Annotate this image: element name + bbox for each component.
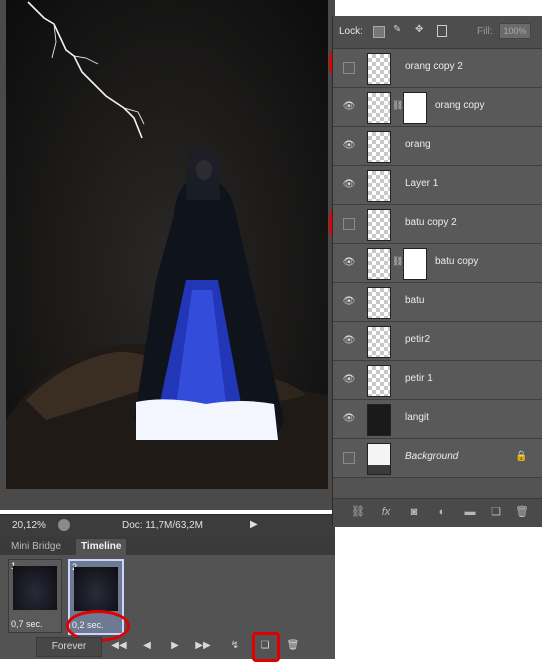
lock-label: Lock: <box>339 26 363 37</box>
first-frame-icon[interactable]: ◀◀ <box>108 637 130 655</box>
visibility-toggle-off[interactable] <box>343 452 355 464</box>
lock-transparent-icon[interactable] <box>373 26 385 38</box>
layer-name: batu copy <box>435 256 479 267</box>
timeline-panel: Mini Bridge Timeline 1 0,7 sec. 2 0,2 se… <box>0 537 335 662</box>
lock-all-icon[interactable] <box>437 25 447 37</box>
zoom-info-icon[interactable] <box>58 519 70 531</box>
layer-row[interactable]: 👁 petir2 <box>333 322 542 361</box>
layer-thumbnail <box>367 287 391 319</box>
tab-mini-bridge[interactable]: Mini Bridge <box>6 539 66 555</box>
document-canvas[interactable] <box>6 0 328 489</box>
layer-row[interactable]: batu copy 2 <box>333 205 542 244</box>
layer-row[interactable]: 👁 ⛓ batu copy <box>333 244 542 283</box>
panel-tab-bar: Mini Bridge Timeline <box>0 537 335 555</box>
layer-thumbnail <box>367 209 391 241</box>
layer-name: Layer 1 <box>405 178 439 189</box>
folder-icon[interactable]: ▬ <box>463 506 477 518</box>
layers-footer: ⛓ fx ◙ ◐ ▬ ❏ 🗑 <box>333 498 542 527</box>
frame-1[interactable]: 1 0,7 sec. <box>8 559 62 633</box>
eye-icon[interactable]: 👁 <box>341 294 357 310</box>
layer-name: langit <box>405 412 429 423</box>
loop-select[interactable]: Forever <box>36 637 102 657</box>
fx-icon[interactable]: fx <box>379 506 393 518</box>
layer-row[interactable]: 👁 Layer 1 <box>333 166 542 205</box>
link-icon[interactable]: ⛓ <box>351 506 365 518</box>
layers-panel: Lock: ✎ ✥ Fill: 100% orang copy 2 👁 ⛓ orang… <box>332 16 542 527</box>
layer-thumbnail <box>367 326 391 358</box>
layer-row[interactable]: 👁 ⛓ orang copy <box>333 88 542 127</box>
play-icon[interactable]: ▶ <box>164 637 186 655</box>
layer-name: petir 1 <box>405 373 433 384</box>
eye-icon[interactable]: 👁 <box>341 177 357 193</box>
annotation-box-duplicate <box>252 632 280 662</box>
layer-name: batu copy 2 <box>405 217 457 228</box>
layer-mask-thumbnail[interactable] <box>403 92 427 124</box>
lock-icon: 🔒 <box>515 451 528 462</box>
layer-name: orang copy 2 <box>405 61 463 72</box>
adjustment-icon[interactable]: ◐ <box>435 506 449 518</box>
layer-name: petir2 <box>405 334 431 345</box>
visibility-toggle-off[interactable] <box>343 62 355 74</box>
layer-mask-thumbnail[interactable] <box>403 248 427 280</box>
layer-thumbnail <box>367 443 391 475</box>
eye-icon[interactable]: 👁 <box>341 411 357 427</box>
status-bar: 20,12% Doc: 11,7M/63,2M ▶ <box>0 514 335 537</box>
layer-thumbnail <box>367 92 391 124</box>
layer-row[interactable]: orang copy 2 <box>333 49 542 88</box>
eye-icon[interactable]: 👁 <box>341 138 357 154</box>
zoom-value[interactable]: 20,12% <box>12 520 46 531</box>
eye-icon[interactable]: 👁 <box>341 255 357 271</box>
mask-link-icon[interactable]: ⛓ <box>392 256 403 267</box>
layer-thumbnail <box>367 53 391 85</box>
delete-frame-icon[interactable]: 🗑 <box>284 637 302 655</box>
canvas-area[interactable] <box>0 0 335 510</box>
layer-row[interactable]: 👁 langit <box>333 400 542 439</box>
fill-input[interactable]: 100% <box>499 23 531 39</box>
lock-move-icon[interactable]: ✥ <box>415 24 423 35</box>
trash-icon[interactable]: 🗑 <box>515 506 529 518</box>
layer-name: orang <box>405 139 431 150</box>
status-menu-arrow-icon[interactable]: ▶ <box>250 519 258 530</box>
frame-thumbnail <box>13 566 57 610</box>
artwork-image <box>6 1 328 489</box>
new-layer-icon[interactable]: ❏ <box>489 506 503 518</box>
layer-name: Background <box>405 451 459 462</box>
doc-size: Doc: 11,7M/63,2M <box>122 520 203 531</box>
visibility-toggle-off[interactable] <box>343 218 355 230</box>
layer-thumbnail <box>367 131 391 163</box>
lock-brush-icon[interactable]: ✎ <box>393 24 401 35</box>
frame-delay[interactable]: 0,7 sec. <box>11 619 43 629</box>
layer-thumbnail <box>367 248 391 280</box>
layer-row[interactable]: Background 🔒 <box>333 439 542 478</box>
layer-name: orang copy <box>435 100 485 111</box>
prev-frame-icon[interactable]: ◀ <box>136 637 158 655</box>
mask-icon[interactable]: ◙ <box>407 506 421 518</box>
eye-icon[interactable]: 👁 <box>341 333 357 349</box>
eye-icon[interactable]: 👁 <box>341 372 357 388</box>
mask-link-icon[interactable]: ⛓ <box>392 100 403 111</box>
layer-name: batu <box>405 295 425 306</box>
layer-thumbnail <box>367 365 391 397</box>
lock-row: Lock: ✎ ✥ Fill: 100% <box>333 16 542 49</box>
eye-icon[interactable]: 👁 <box>341 99 357 115</box>
layer-row[interactable]: 👁 petir 1 <box>333 361 542 400</box>
frame-thumbnail <box>74 567 118 611</box>
tween-icon[interactable]: ↯ <box>224 637 246 655</box>
layer-thumbnail <box>367 170 391 202</box>
layer-row[interactable]: 👁 orang <box>333 127 542 166</box>
next-frame-icon[interactable]: ▶▶ <box>192 637 214 655</box>
layer-thumbnail <box>367 404 391 436</box>
layer-row[interactable]: 👁 batu <box>333 283 542 322</box>
fill-label: Fill: <box>477 26 493 37</box>
tab-timeline[interactable]: Timeline <box>76 539 127 555</box>
